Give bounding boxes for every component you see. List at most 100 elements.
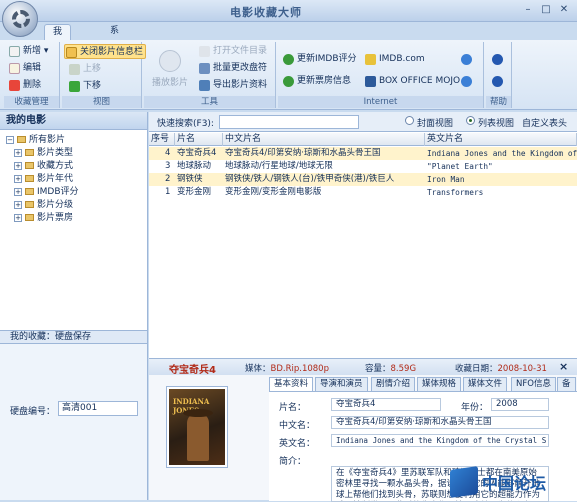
year-label: 年份：: [461, 403, 489, 413]
batch-change-disk-button[interactable]: 批量更改盘符: [198, 61, 267, 76]
en-name-field[interactable]: Indiana Jones and the Kingdom of the Cry…: [331, 434, 549, 447]
expand-icon[interactable]: +: [14, 161, 22, 170]
expand-icon[interactable]: +: [14, 187, 22, 196]
folder-icon: [25, 201, 34, 208]
cell-no: 3: [165, 161, 171, 171]
close-icon[interactable]: ✕: [555, 3, 573, 18]
cell-no: 2: [165, 174, 171, 184]
refresh-icon-2: [283, 76, 294, 87]
tree-item-collect-method[interactable]: + 收藏方式: [14, 160, 73, 172]
list-view-radio[interactable]: 列表视图: [466, 116, 514, 129]
cell-title: 钢铁侠: [177, 174, 203, 184]
en-name-label: 英文名：: [279, 439, 316, 449]
radio-icon: [405, 116, 414, 125]
tree-item-genre[interactable]: + 影片类型: [14, 147, 73, 159]
open-directory-button[interactable]: 打开文件目录: [198, 44, 267, 59]
name-field[interactable]: 夺宝奇兵4: [331, 398, 441, 411]
close-detail-button[interactable]: ×: [559, 360, 568, 373]
table-row[interactable]: 1 变形金刚 变形金刚/变形金刚电影版 Transformers: [149, 186, 577, 199]
tab-plot[interactable]: 剧情介绍: [371, 377, 416, 391]
table-header: 序号 片名 中文片名 英文片名: [149, 133, 577, 146]
box-office-mojo-button[interactable]: BOX OFFICE MOJO: [364, 74, 460, 89]
table-row[interactable]: 4 夺宝奇兵4 夺宝奇兵4/印第安纳·琼斯和水晶头骨王国 Indiana Jon…: [149, 147, 577, 160]
window-title: 电影收藏大师: [230, 6, 302, 19]
tree-item-box-office[interactable]: + 影片票房: [14, 212, 73, 224]
export-icon: [199, 80, 210, 91]
group-label-collection: 收藏管理: [4, 96, 59, 108]
info-bar-icon: [66, 47, 77, 58]
search-label: 快速搜索(F3):: [157, 119, 214, 129]
col-header-cn[interactable]: 中文片名: [223, 133, 425, 146]
table-row[interactable]: 3 地球脉动 地球脉动/行星地球/地球无限 "Planet Earth": [149, 160, 577, 173]
tab-director-cast[interactable]: 导演和演员: [315, 377, 368, 391]
expand-icon[interactable]: +: [14, 148, 22, 157]
expand-icon[interactable]: +: [14, 200, 22, 209]
help-button[interactable]: [491, 74, 506, 89]
summary-label: 简介：: [279, 457, 307, 467]
sidebar-title: 我的电影: [0, 112, 147, 130]
search-input[interactable]: [219, 115, 359, 129]
new-button[interactable]: 新增 ▾: [8, 44, 48, 59]
move-down-button[interactable]: 下移: [68, 79, 101, 94]
folder-icon: [25, 188, 34, 195]
folder-icon: [25, 162, 34, 169]
tree-root[interactable]: − 所有影片: [6, 134, 65, 146]
tab-nfo[interactable]: NFO信息: [511, 377, 556, 391]
expand-icon[interactable]: +: [14, 213, 22, 222]
cell-en: "Planet Earth": [427, 162, 493, 171]
collapse-icon[interactable]: −: [6, 135, 14, 144]
imdb-icon: [365, 54, 376, 65]
col-header-en[interactable]: 英文片名: [425, 133, 577, 146]
cell-cn: 钢铁侠/铁人/钢铁人(台)/铁甲奇侠(港)/铁巨人: [225, 174, 395, 184]
delete-button[interactable]: 删除: [8, 78, 41, 93]
custom-header-link[interactable]: 自定义表头: [522, 116, 567, 129]
close-info-bar-button[interactable]: 关闭影片信息栏: [64, 44, 147, 59]
table-row[interactable]: 2 钢铁侠 钢铁侠/铁人/钢铁人(台)/铁甲奇侠(港)/铁巨人 Iron Man: [149, 173, 577, 186]
radio-selected-icon: [466, 116, 475, 125]
app-menu-button[interactable]: [2, 1, 38, 37]
tab-notes[interactable]: 备: [557, 377, 576, 391]
update-box-office-button[interactable]: 更新票房信息: [282, 74, 351, 89]
disk-icon: [199, 63, 210, 74]
tab-my-movies[interactable]: 我的电影: [44, 24, 72, 82]
update-imdb-button[interactable]: 更新IMDB评分: [282, 52, 357, 67]
col-header-no[interactable]: 序号: [149, 133, 175, 146]
folder-icon: [25, 214, 34, 221]
expand-icon[interactable]: +: [14, 174, 22, 183]
export-data-button[interactable]: 导出影片资料: [198, 78, 267, 93]
cn-name-field[interactable]: 夺宝奇兵4/印第安纳·琼斯和水晶头骨王国: [331, 416, 549, 429]
group-label-help: 帮助: [486, 96, 511, 108]
browser-button[interactable]: [460, 52, 475, 67]
imdb-link-button[interactable]: IMDB.com: [364, 52, 425, 67]
cover-view-radio[interactable]: 封面视图: [405, 116, 453, 129]
year-field[interactable]: 2008: [491, 398, 549, 411]
folder-icon: [25, 149, 34, 156]
tab-media-files[interactable]: 媒体文件: [463, 377, 508, 391]
search-bar: 快速搜索(F3): 封面视图 列表视图 自定义表头: [149, 112, 577, 132]
disk-number-field[interactable]: 高清001: [58, 401, 138, 416]
detail-title: 夺宝奇兵4: [169, 365, 216, 376]
detail-media: 媒体：BD.Rip.1080p: [245, 364, 329, 374]
minimize-icon[interactable]: –: [519, 3, 537, 18]
group-label-view: 视图: [62, 96, 141, 108]
tree-item-rating[interactable]: + 影片分级: [14, 199, 73, 211]
tree-item-imdb[interactable]: + IMDB评分: [14, 186, 79, 198]
sidebar-info-panel: [0, 344, 147, 500]
info-button[interactable]: [491, 52, 506, 67]
detail-header: 夺宝奇兵4 媒体：BD.Rip.1080p 容量：8.59G 收藏日期：2008…: [149, 359, 577, 376]
move-up-button[interactable]: 上移: [68, 62, 101, 77]
tab-media-spec[interactable]: 媒体规格: [417, 377, 462, 391]
help-icon: [492, 76, 503, 87]
cell-cn: 地球脉动/行星地球/地球无限: [225, 161, 333, 171]
maximize-icon[interactable]: □: [537, 3, 555, 18]
sidebar: 我的电影 − 所有影片 + 影片类型 + 收藏方式 + 影片年代 + IMDB评分 + 影片…: [0, 112, 148, 500]
tab-basic-info[interactable]: 基本资料: [269, 377, 314, 391]
edit-button[interactable]: 编辑: [8, 61, 41, 76]
play-movie-button[interactable]: 播放影片: [148, 46, 192, 96]
browser-button-2[interactable]: [460, 74, 475, 89]
name-label: 片名：: [279, 403, 307, 413]
tree-item-year[interactable]: + 影片年代: [14, 173, 73, 185]
movie-poster: INDIANA JONES: [167, 387, 227, 467]
tab-system-settings[interactable]: 系统设置: [102, 24, 127, 81]
col-header-title[interactable]: 片名: [175, 133, 223, 146]
